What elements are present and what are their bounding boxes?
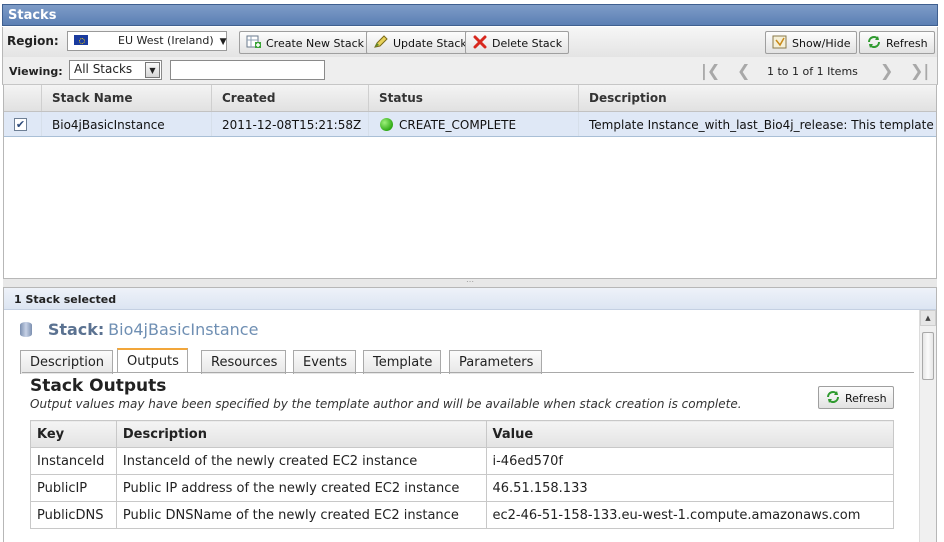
update-stack-label: Update Stack bbox=[393, 37, 467, 50]
select-column-header bbox=[4, 85, 42, 111]
refresh-icon bbox=[825, 390, 841, 404]
stack-name: Bio4jBasicInstance bbox=[108, 320, 259, 339]
next-page-icon[interactable]: ❯ bbox=[880, 61, 893, 80]
outputs-table: Key Description Value InstanceId Instanc… bbox=[30, 420, 894, 529]
output-value: 46.51.158.133 bbox=[485, 474, 894, 502]
column-header-stack-name[interactable]: Stack Name bbox=[42, 85, 212, 111]
panel-splitter[interactable]: ⋯ bbox=[3, 278, 937, 287]
column-header-description[interactable]: Description bbox=[579, 85, 936, 111]
table-row: InstanceId InstanceId of the newly creat… bbox=[30, 447, 894, 475]
viewing-selected: All Stacks bbox=[74, 62, 133, 76]
cell-status: CREATE_COMPLETE bbox=[369, 112, 579, 136]
grid-header: Stack Name Created Status Description bbox=[4, 85, 936, 112]
refresh-button[interactable]: Refresh bbox=[859, 31, 935, 54]
show-hide-label: Show/Hide bbox=[792, 37, 851, 50]
show-hide-button[interactable]: Show/Hide bbox=[765, 31, 858, 54]
stack-detail-panel: 1 Stack selected Stack: Bio4jBasicInstan… bbox=[3, 287, 937, 542]
pencil-icon bbox=[373, 35, 389, 49]
delete-stack-button[interactable]: Delete Stack bbox=[465, 31, 570, 54]
output-value: ec2-46-51-158-133.eu-west-1.compute.amaz… bbox=[485, 501, 894, 529]
tab-outputs[interactable]: Outputs bbox=[117, 348, 188, 373]
output-key: PublicIP bbox=[30, 474, 117, 502]
column-header-value: Value bbox=[485, 420, 894, 448]
stacks-grid: Stack Name Created Status Description ✔ … bbox=[3, 85, 937, 279]
output-description: Public IP address of the newly created E… bbox=[115, 474, 487, 502]
chevron-down-icon[interactable]: ▼ bbox=[145, 62, 160, 78]
outputs-refresh-button[interactable]: Refresh bbox=[818, 386, 894, 409]
create-stack-button[interactable]: Create New Stack bbox=[239, 31, 371, 54]
cell-description: Template Instance_with_last_Bio4j_releas… bbox=[589, 118, 937, 132]
output-description: InstanceId of the newly created EC2 inst… bbox=[115, 447, 487, 475]
row-checkbox[interactable]: ✔ bbox=[14, 118, 27, 131]
tab-parameters[interactable]: Parameters bbox=[449, 350, 543, 374]
eu-flag-icon bbox=[74, 35, 88, 45]
row-checkbox-cell[interactable]: ✔ bbox=[4, 112, 42, 136]
selection-header: 1 Stack selected bbox=[4, 288, 936, 310]
table-row[interactable]: ✔ Bio4jBasicInstance 2011-12-08T15:21:58… bbox=[4, 112, 936, 137]
database-icon bbox=[20, 322, 32, 337]
chevron-down-icon: ▼ bbox=[219, 37, 227, 47]
viewing-label: Viewing: bbox=[9, 65, 63, 78]
toolbar: Region: EU West (Ireland) ▼ Create New St… bbox=[2, 27, 938, 57]
stack-heading: Stack: Bio4jBasicInstance bbox=[20, 320, 258, 339]
status-text: CREATE_COMPLETE bbox=[399, 118, 517, 132]
refresh-icon bbox=[866, 35, 882, 49]
region-value: EU West (Ireland) bbox=[118, 34, 214, 47]
prev-page-icon[interactable]: ❮ bbox=[737, 61, 750, 80]
output-key: InstanceId bbox=[30, 447, 117, 475]
create-stack-label: Create New Stack bbox=[266, 37, 364, 50]
tab-description[interactable]: Description bbox=[20, 350, 114, 374]
viewing-bar: Viewing: All Stacks ▼ |❮ ❮ 1 to 1 of 1 I… bbox=[2, 57, 938, 85]
columns-icon bbox=[772, 35, 788, 49]
refresh-label: Refresh bbox=[886, 37, 928, 50]
delete-stack-label: Delete Stack bbox=[492, 37, 563, 50]
delete-x-icon bbox=[472, 35, 488, 49]
scroll-up-icon[interactable]: ▲ bbox=[920, 310, 936, 326]
tab-events[interactable]: Events bbox=[293, 350, 357, 374]
vertical-scrollbar[interactable]: ▲ bbox=[919, 310, 936, 542]
table-row: PublicIP Public IP address of the newly … bbox=[30, 474, 894, 502]
first-page-icon[interactable]: |❮ bbox=[701, 61, 720, 80]
viewing-select[interactable]: All Stacks ▼ bbox=[69, 60, 162, 80]
column-header-key: Key bbox=[30, 420, 117, 448]
output-description: Public DNSName of the newly created EC2 … bbox=[115, 501, 487, 529]
tab-template[interactable]: Template bbox=[363, 350, 442, 374]
selection-count: 1 Stack selected bbox=[14, 293, 117, 306]
create-stack-icon bbox=[246, 35, 262, 49]
column-header-created[interactable]: Created bbox=[212, 85, 369, 111]
pager-text: 1 to 1 of 1 Items bbox=[767, 65, 858, 78]
outputs-header-row: Key Description Value bbox=[30, 420, 894, 448]
outputs-title: Stack Outputs bbox=[30, 376, 167, 396]
cell-created: 2011-12-08T15:21:58Z bbox=[212, 112, 369, 136]
column-header-status[interactable]: Status bbox=[369, 85, 579, 111]
last-page-icon[interactable]: ❯| bbox=[910, 61, 929, 80]
filter-input[interactable] bbox=[170, 60, 325, 80]
tab-divider bbox=[22, 372, 914, 373]
stack-label: Stack: bbox=[47, 320, 105, 339]
scrollbar-thumb[interactable] bbox=[922, 332, 934, 380]
column-header-description: Description bbox=[115, 420, 487, 448]
output-key: PublicDNS bbox=[30, 501, 117, 529]
outputs-subtitle: Output values may have been specified by… bbox=[30, 397, 742, 411]
window-title-bar: Stacks bbox=[2, 4, 938, 26]
region-select[interactable]: EU West (Ireland) ▼ bbox=[67, 31, 227, 51]
region-label: Region: bbox=[7, 34, 59, 48]
output-value: i-46ed570f bbox=[485, 447, 894, 475]
window-title: Stacks bbox=[8, 8, 57, 23]
outputs-refresh-label: Refresh bbox=[845, 392, 887, 405]
update-stack-button[interactable]: Update Stack bbox=[366, 31, 474, 54]
tab-resources[interactable]: Resources bbox=[201, 350, 287, 374]
table-row: PublicDNS Public DNSName of the newly cr… bbox=[30, 501, 894, 529]
cell-stack-name: Bio4jBasicInstance bbox=[42, 112, 212, 136]
status-ok-icon bbox=[380, 118, 393, 131]
